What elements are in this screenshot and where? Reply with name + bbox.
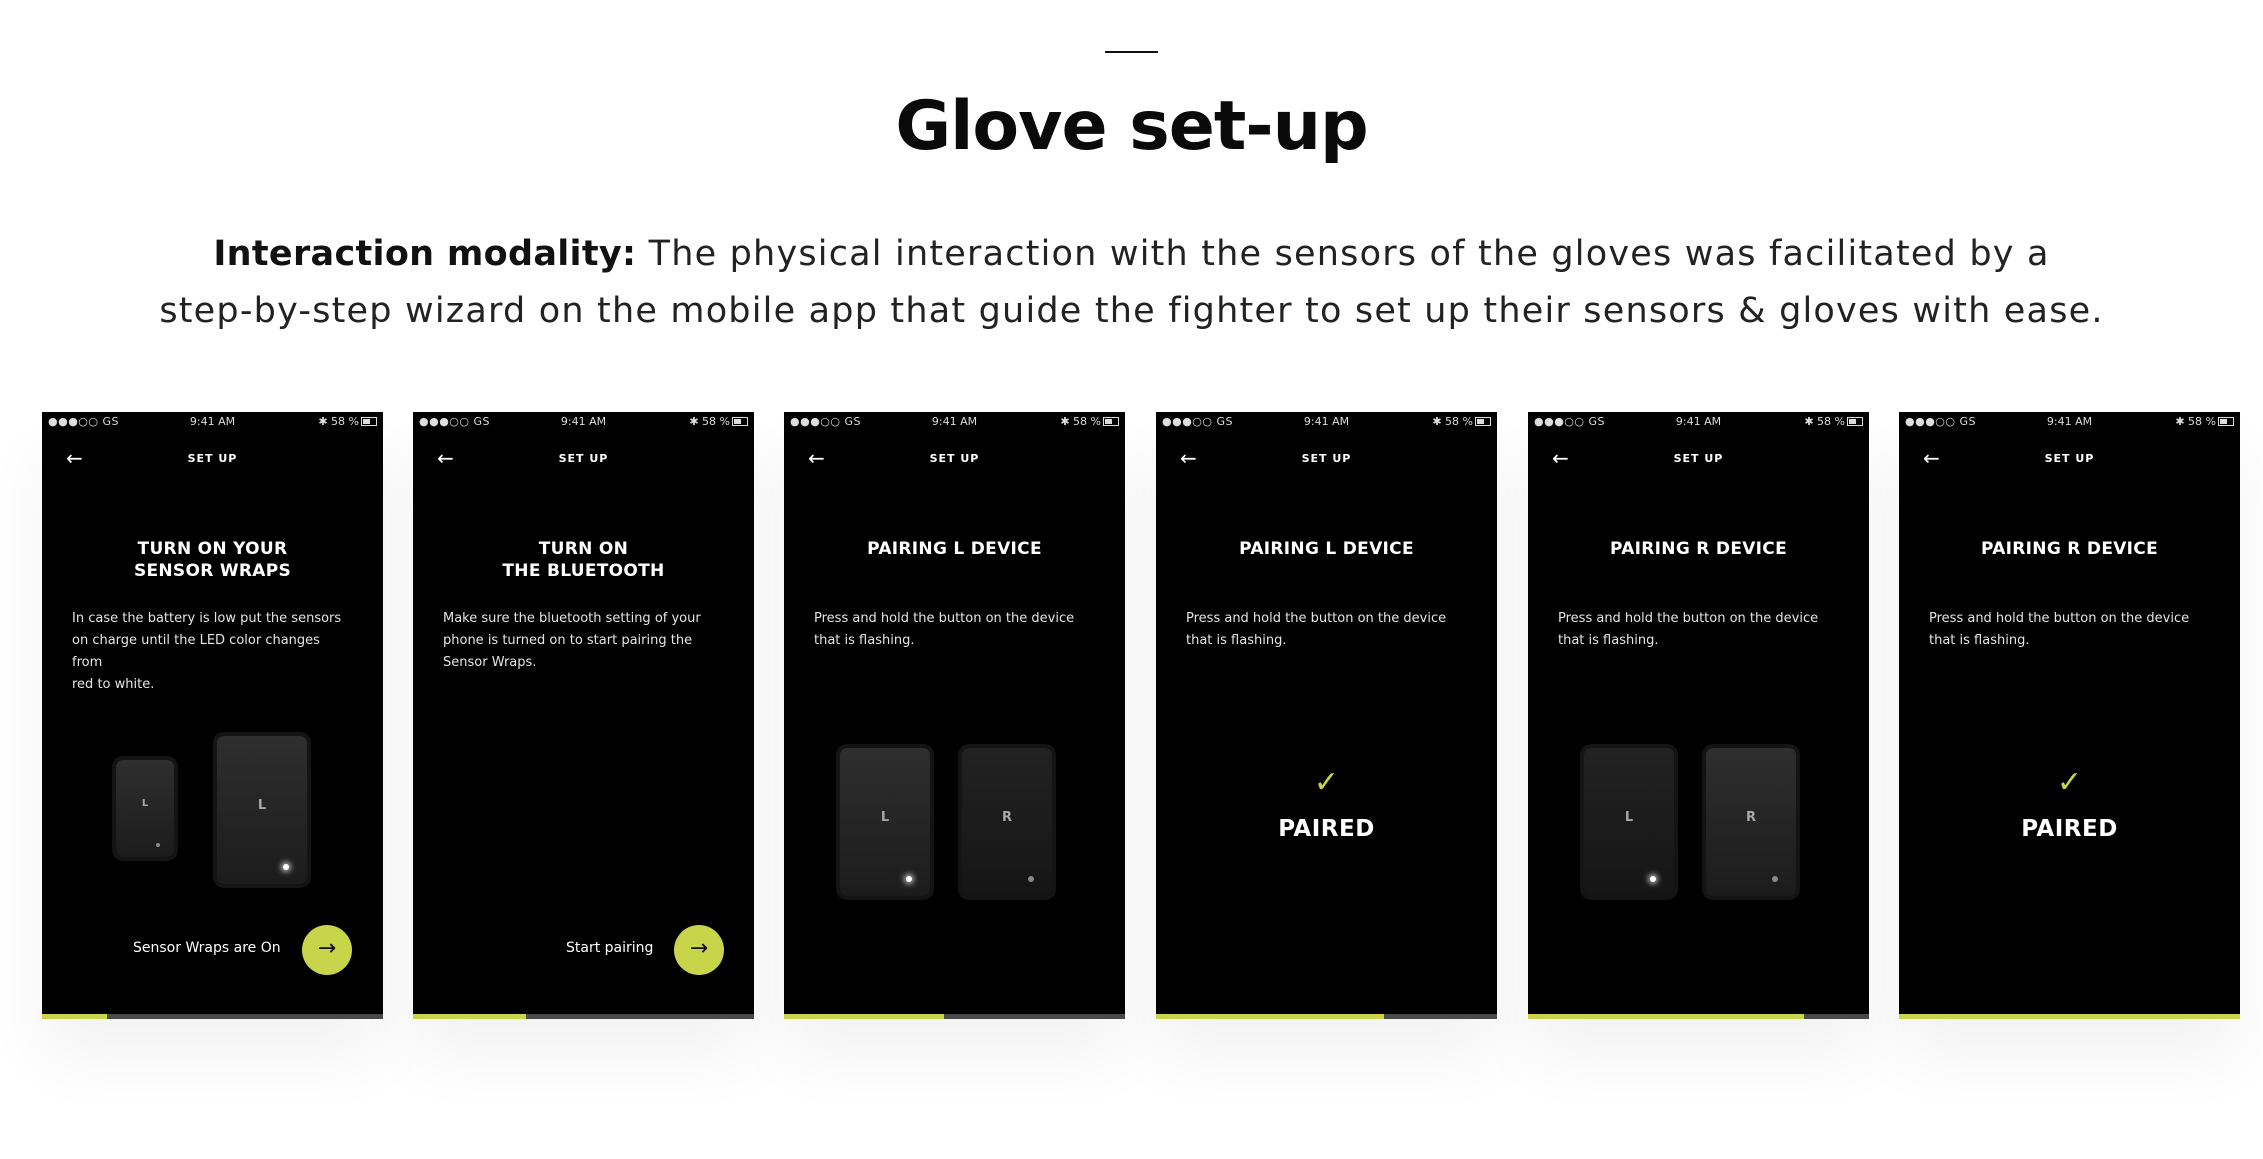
progress-fill	[42, 1014, 107, 1019]
paired-status: PAIRED	[2021, 816, 2118, 842]
progress-fill	[1528, 1014, 1805, 1019]
device-label: R	[1745, 810, 1756, 825]
checkmark-icon: ✓	[1313, 765, 1340, 800]
nav-title: SET UP	[1673, 452, 1724, 465]
battery-icon	[1847, 417, 1863, 426]
step-description: Press and hold the button on the device …	[1186, 611, 1447, 648]
status-bar: ●●●○○ GS 9:41 AM ✱ 58 %	[1156, 412, 1497, 430]
battery-icon	[732, 417, 748, 426]
screen-turn-on-bluetooth: ●●●○○ GS 9:41 AM ✱ 58 % ← SET UP TURN ON…	[413, 412, 754, 1019]
paired-status: PAIRED	[1278, 816, 1375, 842]
next-arrow-button[interactable]: →	[674, 925, 724, 975]
status-bar: ●●●○○ GS 9:41 AM ✱ 58 %	[1528, 412, 1869, 430]
sensor-right-device: R	[1706, 748, 1796, 896]
step-description: Make sure the bluetooth setting of your …	[443, 611, 701, 670]
battery-status: ✱ 58 %	[689, 415, 748, 428]
sensor-wrap-large: L	[217, 736, 307, 884]
progress-bar	[784, 1014, 1125, 1019]
sensor-left-device: L	[1584, 748, 1674, 896]
screen-pairing-l: ●●●○○ GS 9:41 AM ✱ 58 % ← SET UP PAIRING…	[784, 412, 1125, 1019]
nav-title: SET UP	[2044, 452, 2095, 465]
intro-paragraph: Interaction modality: The physical inter…	[120, 226, 2143, 340]
step-title: PAIRING L DEVICE	[1239, 539, 1414, 559]
progress-bar	[42, 1014, 383, 1019]
intro-text-2: step-by-step wizard on the mobile app th…	[159, 291, 2104, 331]
intro-line-1: Interaction modality: The physical inter…	[120, 226, 2143, 283]
battery-status: ✱ 58 %	[318, 415, 377, 428]
intro-text-1: The physical interaction with the sensor…	[636, 234, 2050, 274]
step-description: Press and hold the button on the device …	[1558, 611, 1819, 648]
nav-title: SET UP	[187, 452, 238, 465]
progress-bar	[1156, 1014, 1497, 1019]
battery-status: ✱ 58 %	[1432, 415, 1491, 428]
battery-icon	[361, 417, 377, 426]
screen-turn-on-sensors: ●●●○○ GS 9:41 AM ✱ 58 % ← SET UP TURN ON…	[42, 412, 383, 1019]
device-label: L	[257, 798, 267, 813]
device-label: L	[141, 798, 149, 809]
step-description: Press and hold the button on the device …	[1929, 611, 2190, 648]
screen-paired-l: ●●●○○ GS 9:41 AM ✱ 58 % ← SET UP PAIRING…	[1156, 412, 1497, 1019]
sensor-wrap-small: L	[116, 760, 174, 857]
device-led-on	[906, 876, 912, 882]
battery-status: ✱ 58 %	[1060, 415, 1119, 428]
step-title: PAIRING R DEVICE	[1981, 539, 2158, 559]
step-title: PAIRING R DEVICE	[1610, 539, 1787, 559]
device-led-on	[283, 864, 289, 870]
step-description: In case the battery is low put the senso…	[72, 611, 342, 692]
progress-fill	[413, 1014, 526, 1019]
cta-label[interactable]: Start pairing	[566, 940, 653, 956]
progress-fill	[1156, 1014, 1385, 1019]
page-title: Glove set-up	[895, 87, 1368, 166]
status-bar: ●●●○○ GS 9:41 AM ✱ 58 %	[1899, 412, 2240, 430]
device-label: L	[880, 810, 890, 825]
progress-bar	[1528, 1014, 1869, 1019]
step-title: TURN ON THE BLUETOOTH	[502, 539, 665, 581]
cta-label[interactable]: Sensor Wraps are On	[133, 940, 281, 956]
battery-icon	[1103, 417, 1119, 426]
battery-status: ✱ 58 %	[2175, 415, 2234, 428]
screen-pairing-r: ●●●○○ GS 9:41 AM ✱ 58 % ← SET UP PAIRING…	[1528, 412, 1869, 1019]
battery-icon	[1475, 417, 1491, 426]
device-led	[156, 843, 160, 847]
checkmark-icon: ✓	[2056, 765, 2083, 800]
intro-bold-label: Interaction modality:	[213, 234, 637, 274]
step-description: Press and hold the button on the device …	[814, 611, 1075, 648]
battery-icon	[2218, 417, 2234, 426]
nav-title: SET UP	[1301, 452, 1352, 465]
progress-bar	[413, 1014, 754, 1019]
device-led	[1028, 876, 1034, 882]
status-bar: ●●●○○ GS 9:41 AM ✱ 58 %	[784, 412, 1125, 430]
screen-paired-r: ●●●○○ GS 9:41 AM ✱ 58 % ← SET UP PAIRING…	[1899, 412, 2240, 1019]
sensor-right-device: R	[962, 748, 1052, 896]
device-label: R	[1001, 810, 1012, 825]
device-led-on	[1650, 876, 1656, 882]
status-bar: ●●●○○ GS 9:41 AM ✱ 58 %	[413, 412, 754, 430]
device-led	[1772, 876, 1778, 882]
nav-title: SET UP	[558, 452, 609, 465]
status-bar: ●●●○○ GS 9:41 AM ✱ 58 %	[42, 412, 383, 430]
next-arrow-button[interactable]: →	[302, 925, 352, 975]
sensor-left-device: L	[840, 748, 930, 896]
progress-fill	[784, 1014, 945, 1019]
progress-bar	[1899, 1014, 2240, 1019]
step-title: PAIRING L DEVICE	[867, 539, 1042, 559]
battery-status: ✱ 58 %	[1804, 415, 1863, 428]
device-label: L	[1624, 810, 1634, 825]
heading-divider	[1105, 51, 1158, 53]
step-title: TURN ON YOUR SENSOR WRAPS	[133, 539, 292, 581]
nav-title: SET UP	[929, 452, 980, 465]
progress-fill	[1899, 1014, 2240, 1019]
